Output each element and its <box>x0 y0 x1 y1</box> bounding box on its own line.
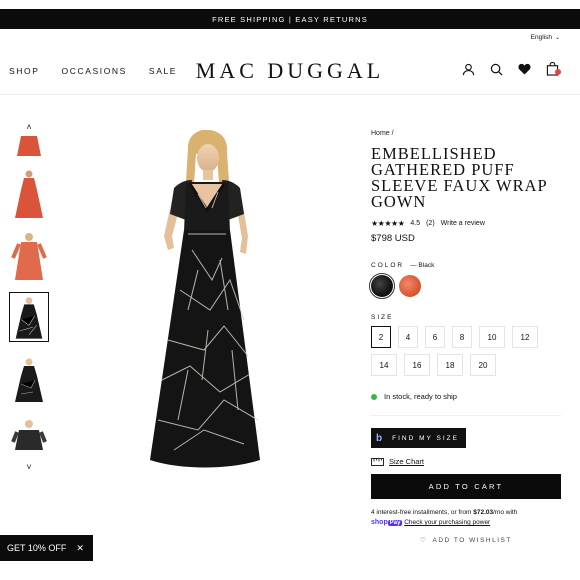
fit-logo-icon: b <box>376 432 385 444</box>
size-option-20[interactable]: 20 <box>470 354 496 376</box>
stock-text: In stock, ready to ship <box>384 392 457 401</box>
star-rating-icon: ★★★★★ <box>371 219 405 228</box>
heart-icon[interactable] <box>517 62 531 76</box>
installments-post: /mo with <box>493 509 518 516</box>
shop-pay-logo: shop Pay <box>371 519 403 526</box>
close-icon[interactable]: ✕ <box>76 543 84 554</box>
color-label-row: COLOR — Black <box>371 262 561 269</box>
size-option-4[interactable]: 4 <box>398 326 418 348</box>
color-swatches <box>368 272 561 300</box>
thumbnail-1[interactable] <box>9 136 49 156</box>
discount-popup-tab[interactable]: GET 10% OFF ✕ <box>0 535 93 561</box>
product-title: EMBELLISHED GATHERED PUFF SLEEVE FAUX WR… <box>371 144 548 211</box>
chevron-down-icon: ⌄ <box>554 35 560 41</box>
header-divider <box>0 94 580 95</box>
review-count[interactable]: (2) <box>426 220 435 227</box>
installments-pre: 4 interest-free installments, or from <box>371 509 474 516</box>
size-option-8[interactable]: 8 <box>452 326 472 348</box>
installments-info: 4 interest-free installments, or from $7… <box>371 508 561 528</box>
size-option-6[interactable]: 6 <box>425 326 445 348</box>
size-label: SIZE <box>371 314 394 321</box>
color-label: COLOR <box>371 262 405 269</box>
chevron-down-icon[interactable]: ˅ <box>8 462 50 476</box>
size-option-16[interactable]: 16 <box>404 354 430 376</box>
cart-badge <box>555 69 561 75</box>
thumbnail-5[interactable] <box>9 354 49 404</box>
thumbnail-3[interactable] <box>9 230 49 280</box>
color-selected: — Black <box>410 262 435 269</box>
cart-icon[interactable] <box>545 62 561 76</box>
info-divider <box>371 415 561 416</box>
discount-popup-label: GET 10% OFF <box>7 543 67 553</box>
thumbnail-6[interactable] <box>9 416 49 450</box>
size-option-14[interactable]: 14 <box>371 354 397 376</box>
swatch-black[interactable] <box>368 272 396 300</box>
size-options: 2 4 6 8 10 12 14 16 18 20 <box>371 326 561 376</box>
installments-amount: $72.03 <box>473 509 494 516</box>
account-icon[interactable] <box>461 62 475 76</box>
find-my-size-button[interactable]: b FIND MY SIZE <box>371 428 466 448</box>
search-icon[interactable] <box>489 62 503 76</box>
rating-value: 4.5 <box>410 220 421 227</box>
rating-row: ★★★★★ 4.5 (2) Write a review <box>371 219 561 228</box>
stock-status: In stock, ready to ship <box>371 392 561 401</box>
ruler-icon <box>371 457 384 466</box>
promo-bar: FREE SHIPPING | EASY RETURNS <box>0 9 580 29</box>
language-selector[interactable]: English ⌄ <box>531 34 560 41</box>
size-option-10[interactable]: 10 <box>479 326 505 348</box>
breadcrumb[interactable]: Home / <box>371 130 561 137</box>
thumbnail-2[interactable] <box>9 168 49 218</box>
add-to-wishlist-button[interactable]: ♡ ADD TO WISHLIST <box>371 536 561 545</box>
check-purchasing-power-link[interactable]: Check your purchasing power <box>404 519 490 526</box>
find-my-size-label: FIND MY SIZE <box>392 434 459 442</box>
product-price: $798 USD <box>371 233 415 244</box>
swatch-coral[interactable] <box>399 275 421 297</box>
size-option-18[interactable]: 18 <box>437 354 463 376</box>
header-icons <box>461 62 561 76</box>
promo-text: FREE SHIPPING | EASY RETURNS <box>212 14 368 24</box>
size-option-2[interactable]: 2 <box>371 326 391 348</box>
product-info: Home / EMBELLISHED GATHERED PUFF SLEEVE … <box>368 130 561 545</box>
write-review-link[interactable]: Write a review <box>441 220 485 227</box>
size-chart-link[interactable]: Size Chart <box>371 457 561 466</box>
thumbnail-4-selected[interactable] <box>9 292 49 342</box>
size-chart-label: Size Chart <box>389 457 425 466</box>
add-to-cart-button[interactable]: ADD TO CART <box>371 474 561 499</box>
chevron-up-icon[interactable]: ˄ <box>8 122 50 136</box>
in-stock-dot-icon <box>371 393 377 400</box>
size-option-12[interactable]: 12 <box>512 326 538 348</box>
thumbnail-gallery: ˄ ˅ <box>8 122 50 476</box>
language-label: English <box>530 34 552 41</box>
wishlist-label: ADD TO WISHLIST <box>432 536 512 544</box>
product-main-image[interactable] <box>128 129 286 475</box>
heart-outline-icon: ♡ <box>420 537 428 544</box>
